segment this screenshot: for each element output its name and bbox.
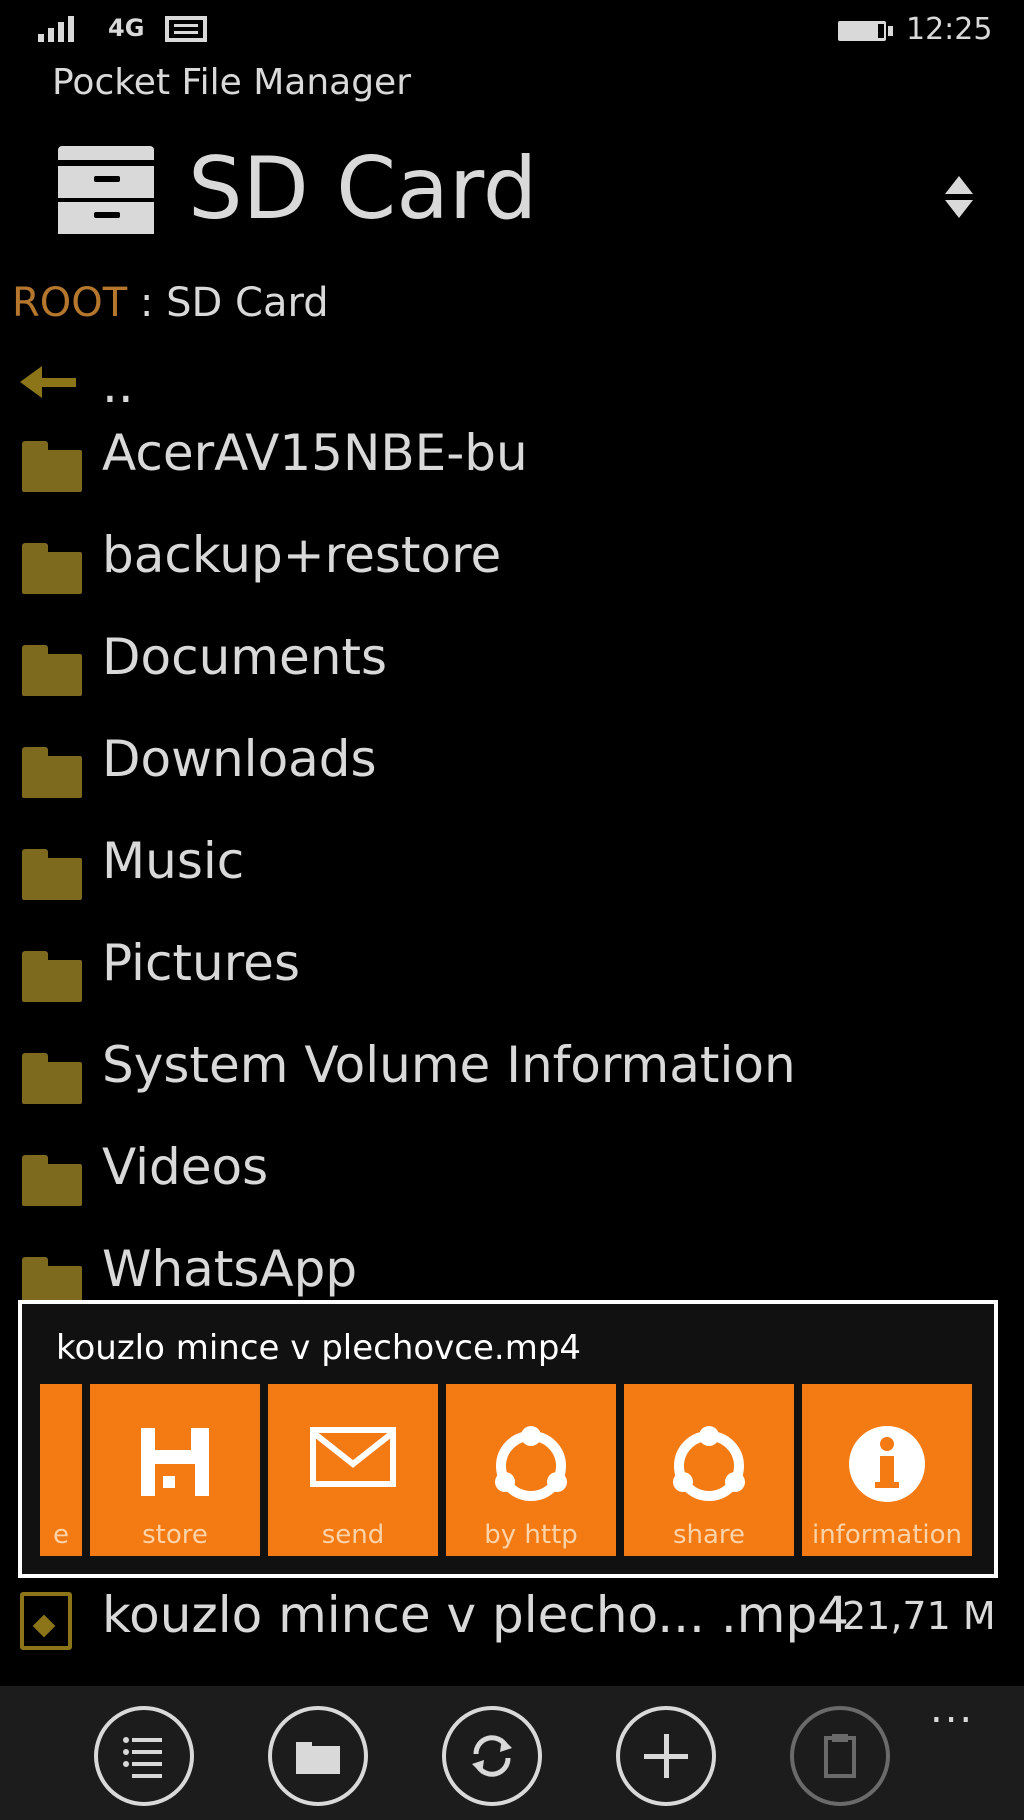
parent-folder-label: .. bbox=[102, 356, 134, 414]
folder-icon bbox=[22, 645, 82, 696]
action-label: store bbox=[142, 1520, 208, 1550]
folder-icon bbox=[22, 543, 82, 594]
folder-row[interactable]: Videos bbox=[0, 1128, 1024, 1218]
folder-row[interactable]: AcerAV15NBE-bu bbox=[0, 414, 1024, 504]
folder-row[interactable]: Documents bbox=[0, 618, 1024, 708]
folder-name: Downloads bbox=[102, 730, 377, 788]
folder-name: AcerAV15NBE-bu bbox=[102, 424, 528, 482]
folder-row[interactable]: System Volume Information bbox=[0, 1026, 1024, 1116]
action-label: share bbox=[672, 1520, 746, 1550]
folder-icon bbox=[22, 747, 82, 798]
folder-icon bbox=[22, 441, 82, 492]
file-size: 21,71 M bbox=[842, 1594, 996, 1638]
envelope-icon bbox=[310, 1427, 396, 1487]
action-label: by http bbox=[484, 1520, 578, 1550]
add-icon bbox=[644, 1734, 688, 1778]
action-label: send bbox=[321, 1520, 385, 1550]
folder-icon bbox=[296, 1742, 340, 1774]
location-title[interactable]: SD Card bbox=[188, 146, 537, 232]
list-icon bbox=[123, 1737, 162, 1778]
action-tile-partial[interactable]: e bbox=[40, 1384, 82, 1556]
folder-row[interactable]: Music bbox=[0, 822, 1024, 912]
back-arrow-icon bbox=[20, 360, 82, 404]
folder-name: Videos bbox=[102, 1138, 269, 1196]
action-tiles: e store send by http share information bbox=[40, 1384, 984, 1556]
folder-button[interactable] bbox=[268, 1706, 368, 1806]
breadcrumb-root[interactable]: ROOT bbox=[12, 280, 127, 326]
file-action-popup: kouzlo mince v plechovce.mp4 e store sen… bbox=[18, 1300, 998, 1578]
folder-name: backup+restore bbox=[102, 526, 502, 584]
action-by-http-button[interactable]: by http bbox=[446, 1384, 616, 1556]
folder-icon bbox=[22, 951, 82, 1002]
breadcrumb: ROOT : SD Card bbox=[12, 280, 329, 326]
breadcrumb-current: SD Card bbox=[166, 280, 329, 326]
list-button[interactable] bbox=[94, 1706, 194, 1806]
refresh-button[interactable] bbox=[442, 1706, 542, 1806]
folder-row[interactable]: backup+restore bbox=[0, 516, 1024, 606]
video-file-icon bbox=[20, 1592, 72, 1650]
popup-file-title: kouzlo mince v plechovce.mp4 bbox=[56, 1328, 582, 1368]
drawer-icon bbox=[58, 146, 154, 234]
folder-name: Pictures bbox=[102, 934, 300, 992]
more-options-button[interactable]: ... bbox=[930, 1686, 974, 1732]
action-send-button[interactable]: send bbox=[268, 1384, 438, 1556]
folder-name: WhatsApp bbox=[102, 1240, 358, 1298]
action-share-button[interactable]: share bbox=[624, 1384, 794, 1556]
signal-icon bbox=[38, 14, 74, 42]
status-bar: 4G 12:25 bbox=[0, 0, 1024, 60]
add-button[interactable] bbox=[616, 1706, 716, 1806]
clock: 12:25 bbox=[906, 12, 993, 47]
action-store-button[interactable]: store bbox=[90, 1384, 260, 1556]
app-bar: ... bbox=[0, 1686, 1024, 1820]
app-title: Pocket File Manager bbox=[52, 62, 411, 103]
folder-row[interactable]: Pictures bbox=[0, 924, 1024, 1014]
folder-icon bbox=[22, 849, 82, 900]
paste-button[interactable] bbox=[790, 1706, 890, 1806]
folder-icon bbox=[22, 1155, 82, 1206]
network-type: 4G bbox=[108, 14, 145, 42]
folder-name: System Volume Information bbox=[102, 1036, 796, 1094]
sync-circle-icon bbox=[495, 1426, 567, 1501]
message-icon bbox=[165, 16, 207, 42]
folder-row[interactable]: Downloads bbox=[0, 720, 1024, 810]
refresh-icon bbox=[472, 1735, 512, 1777]
floppy-disk-icon bbox=[141, 1428, 209, 1496]
folder-name: Documents bbox=[102, 628, 388, 686]
folder-name: Music bbox=[102, 832, 245, 890]
sort-icon[interactable] bbox=[942, 176, 976, 220]
battery-icon bbox=[838, 21, 893, 41]
clipboard-icon bbox=[824, 1734, 856, 1778]
info-icon bbox=[849, 1426, 925, 1502]
action-label: information bbox=[811, 1520, 963, 1550]
action-information-button[interactable]: information bbox=[802, 1384, 972, 1556]
breadcrumb-separator: : bbox=[127, 280, 167, 326]
folder-icon bbox=[22, 1053, 82, 1104]
file-name: kouzlo mince v plecho... .mp4 bbox=[102, 1586, 849, 1644]
action-label: e bbox=[53, 1520, 69, 1550]
share-circle-icon bbox=[673, 1426, 745, 1501]
